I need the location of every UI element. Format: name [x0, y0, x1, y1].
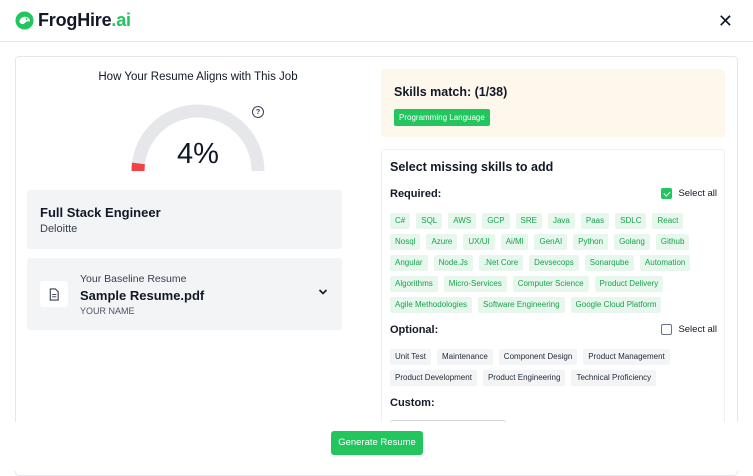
required-skill-tag[interactable]: Node.Js	[434, 255, 473, 271]
resume-owner: YOUR NAME	[80, 306, 135, 316]
required-skill-tag[interactable]: Angular	[390, 255, 428, 271]
generate-resume-button[interactable]: Generate Resume	[331, 431, 423, 455]
required-select-all-checkbox[interactable]	[661, 188, 672, 199]
required-skill-tag[interactable]: Nosql	[390, 234, 420, 250]
required-skill-tag[interactable]: Google Cloud Platform	[571, 297, 662, 313]
required-skill-tag[interactable]: Automation	[640, 255, 690, 271]
missing-skills-panel: Select missing skills to add Required: S…	[381, 149, 725, 439]
required-skill-tag[interactable]: Devsecops	[529, 255, 579, 271]
required-skill-tag[interactable]: SRE	[516, 213, 542, 229]
resume-filename: Sample Resume.pdf	[80, 288, 204, 303]
required-skills-list: C# SQL AWS GCP SRE Java Paas SDLC React Nosql Azur…	[390, 213, 720, 318]
brand-name: FrogHire.ai	[38, 10, 131, 31]
chevron-down-icon[interactable]	[318, 288, 328, 296]
missing-skills-title: Select missing skills to add	[390, 160, 553, 174]
optional-skill-tag[interactable]: Product Development	[390, 370, 477, 386]
baseline-resume-selector[interactable]: Your Baseline Resume Sample Resume.pdf Y…	[27, 258, 342, 330]
required-label: Required:	[390, 188, 441, 200]
required-skill-tag[interactable]: GCP	[482, 213, 509, 229]
close-icon[interactable]: ✕	[718, 12, 733, 30]
optional-label: Optional:	[390, 324, 438, 336]
required-skill-tag[interactable]: Computer Science	[513, 276, 589, 292]
alignment-title: How Your Resume Aligns with This Job	[27, 71, 369, 83]
optional-skill-tag[interactable]: Unit Test	[390, 349, 431, 365]
required-skill-tag[interactable]: C#	[390, 213, 410, 229]
skills-match-title: Skills match: (1/38)	[394, 85, 507, 99]
required-skill-tag[interactable]: Sonarqube	[585, 255, 634, 271]
top-bar: FrogHire.ai ✕	[0, 0, 753, 42]
required-skill-tag[interactable]: Java	[548, 213, 575, 229]
required-skill-tag[interactable]: SQL	[416, 213, 442, 229]
optional-select-all[interactable]: Select all	[661, 324, 717, 335]
required-skill-tag[interactable]: Ai/Ml	[501, 234, 529, 250]
optional-skill-tag[interactable]: Maintenance	[437, 349, 493, 365]
optional-skills-list: Unit Test Maintenance Component Design Prod…	[390, 349, 720, 391]
optional-skill-tag[interactable]: Component Design	[499, 349, 577, 365]
required-skill-tag[interactable]: Golang	[614, 234, 650, 250]
brand-logo[interactable]: FrogHire.ai	[15, 10, 131, 31]
required-skill-tag[interactable]: SDLC	[615, 213, 646, 229]
matched-skill-tag: Programming Language	[394, 109, 490, 126]
required-skill-tag[interactable]: UX/UI	[463, 234, 494, 250]
optional-skill-tag[interactable]: Product Management	[583, 349, 670, 365]
resume-label: Your Baseline Resume	[80, 273, 186, 285]
frog-logo-icon	[15, 11, 34, 30]
job-company: Deloitte	[40, 223, 77, 235]
required-skill-tag[interactable]: Software Engineering	[478, 297, 565, 313]
document-icon	[40, 281, 68, 307]
job-title: Full Stack Engineer	[40, 205, 161, 220]
custom-label: Custom:	[390, 397, 435, 409]
required-skill-tag[interactable]: Agile Methodologies	[390, 297, 472, 313]
required-skill-tag[interactable]: Algorithms	[390, 276, 438, 292]
optional-select-all-checkbox[interactable]	[661, 324, 672, 335]
required-select-all-label: Select all	[678, 188, 717, 199]
question-icon[interactable]: ?	[252, 106, 264, 118]
optional-skill-tag[interactable]: Product Engineering	[483, 370, 566, 386]
required-skill-tag[interactable]: Paas	[581, 213, 609, 229]
required-skill-tag[interactable]: .Net Core	[479, 255, 523, 271]
required-skill-tag[interactable]: GenAI	[534, 234, 567, 250]
required-skill-tag[interactable]: Azure	[426, 234, 457, 250]
required-skill-tag[interactable]: React	[652, 213, 683, 229]
optional-select-all-label: Select all	[678, 324, 717, 335]
required-select-all[interactable]: Select all	[661, 188, 717, 199]
required-skill-tag[interactable]: AWS	[448, 213, 476, 229]
job-card: Full Stack Engineer Deloitte	[27, 190, 342, 249]
optional-skill-tag[interactable]: Technical Proficiency	[571, 370, 656, 386]
required-skill-tag[interactable]: Python	[573, 234, 608, 250]
skills-match-card: Skills match: (1/38) Programming Languag…	[381, 69, 725, 137]
required-skill-tag[interactable]: Product Delivery	[595, 276, 664, 292]
required-skill-tag[interactable]: Micro-Services	[444, 276, 507, 292]
required-skill-tag[interactable]: Github	[656, 234, 690, 250]
alignment-score: 4%	[126, 138, 270, 171]
